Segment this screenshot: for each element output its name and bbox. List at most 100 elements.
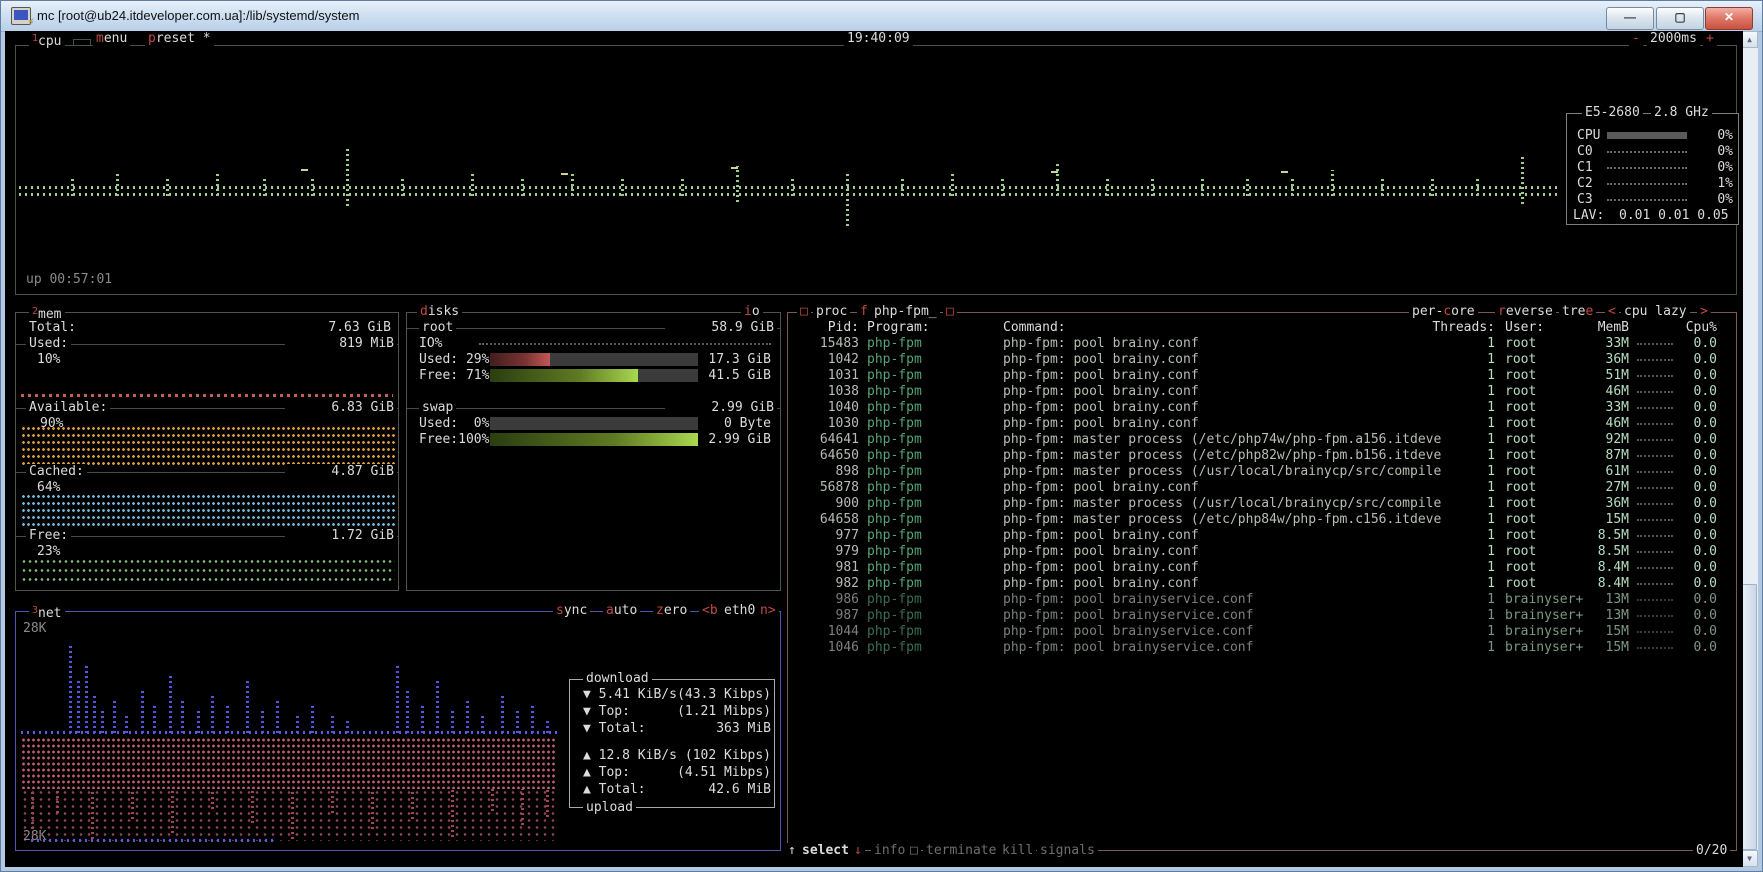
col-program[interactable]: Program:: [859, 320, 1003, 336]
interval-increase-button[interactable]: +: [1703, 31, 1717, 47]
minimize-button[interactable]: —: [1606, 7, 1654, 30]
proc-command: php-fpm: master process (/etc/php82w/php…: [1003, 448, 1425, 464]
iface-next-icon[interactable]: n>: [757, 603, 779, 619]
proc-row[interactable]: 986 php-fpm php-fpm: pool brainyservice.…: [797, 592, 1741, 608]
proc-mem: 15M: [1575, 624, 1629, 640]
cpu-freq: 2.8 GHz: [1651, 105, 1712, 121]
proc-row[interactable]: 981 php-fpm php-fpm: pool brainy.conf 1 …: [797, 560, 1741, 576]
net-auto-toggle[interactable]: auto: [603, 603, 640, 619]
reverse-toggle[interactable]: reverse: [1495, 304, 1556, 320]
proc-pid: 1031: [797, 368, 859, 384]
tab-disks[interactable]: disks: [417, 304, 462, 320]
proc-row[interactable]: 987 php-fpm php-fpm: pool brainyservice.…: [797, 608, 1741, 624]
scroll-down-icon[interactable]: ▼: [1741, 850, 1758, 867]
proc-threads: 1: [1425, 496, 1495, 512]
kill-action[interactable]: kill: [999, 843, 1036, 859]
maximize-button[interactable]: ▢: [1656, 7, 1704, 30]
interval-decrease-button[interactable]: -: [1629, 31, 1643, 47]
proc-program: php-fpm: [859, 640, 1003, 656]
proc-cpu-sparkline: [1637, 455, 1677, 457]
vertical-scrollbar[interactable]: ▲ ▼: [1741, 31, 1758, 867]
proc-threads: 1: [1425, 352, 1495, 368]
proc-row[interactable]: 1046 php-fpm php-fpm: pool brainyservice…: [797, 640, 1741, 656]
signals-action[interactable]: signals: [1037, 843, 1098, 859]
preset-button[interactable]: preset *: [145, 31, 214, 47]
proc-cpu: 0.0: [1677, 528, 1717, 544]
download-rate-row: ▼ 5.41 KiB/s(43.3 Kibps): [583, 687, 771, 703]
tab-proc[interactable]: proc: [813, 304, 850, 320]
proc-row[interactable]: 1030 php-fpm php-fpm: pool brainy.conf 1…: [797, 416, 1741, 432]
proc-user: root: [1495, 496, 1575, 512]
iface-prev-icon[interactable]: <b: [699, 603, 721, 619]
menu-button[interactable]: menu: [93, 31, 130, 47]
proc-row[interactable]: 1042 php-fpm php-fpm: pool brainy.conf 1…: [797, 352, 1741, 368]
proc-threads: 1: [1425, 624, 1495, 640]
proc-pid: 987: [797, 608, 859, 624]
proc-threads: 1: [1425, 592, 1495, 608]
border-bracket: [73, 39, 91, 46]
info-action[interactable]: info: [871, 843, 908, 859]
proc-program: php-fpm: [859, 368, 1003, 384]
proc-row[interactable]: 56878 php-fpm php-fpm: pool brainy.conf …: [797, 480, 1741, 496]
core-usage-bar: [1607, 132, 1687, 139]
core-usage-value: 1%: [1717, 176, 1733, 192]
proc-program: php-fpm: [859, 528, 1003, 544]
proc-filter-key[interactable]: f: [857, 304, 871, 320]
tab-io[interactable]: io: [741, 304, 763, 320]
select-down-icon[interactable]: ↓: [851, 843, 865, 859]
proc-row[interactable]: 64650 php-fpm php-fpm: master process (/…: [797, 448, 1741, 464]
proc-row[interactable]: 977 php-fpm php-fpm: pool brainy.conf 1 …: [797, 528, 1741, 544]
select-up-icon[interactable]: ↑: [785, 843, 799, 859]
col-mem[interactable]: MemB: [1575, 320, 1629, 336]
tab-cpu[interactable]: 1cpu: [29, 31, 65, 50]
tab-net[interactable]: 3net: [29, 603, 65, 622]
title-bar[interactable]: mc [root@ub24.itdeveloper.com.ua]:/lib/s…: [1, 1, 1762, 32]
sort-next-icon[interactable]: >: [1697, 304, 1711, 320]
proc-row[interactable]: 979 php-fpm php-fpm: pool brainy.conf 1 …: [797, 544, 1741, 560]
disk-swap-used-label: Used: 0%: [419, 416, 489, 432]
proc-command: php-fpm: pool brainy.conf: [1003, 544, 1425, 560]
proc-row[interactable]: 900 php-fpm php-fpm: master process (/us…: [797, 496, 1741, 512]
terminate-action[interactable]: terminate: [923, 843, 999, 859]
col-command[interactable]: Command:: [1003, 320, 1425, 336]
col-pid[interactable]: Pid:: [797, 320, 859, 336]
upload-arrow-icon: ▲: [583, 748, 591, 763]
col-cpu[interactable]: Cpu%: [1677, 320, 1717, 336]
net-zero-toggle[interactable]: zero: [653, 603, 690, 619]
proc-row[interactable]: 15483 php-fpm php-fpm: pool brainy.conf …: [797, 336, 1741, 352]
proc-threads: 1: [1425, 384, 1495, 400]
col-user[interactable]: User:: [1495, 320, 1575, 336]
proc-filter-input[interactable]: php-fpm_: [871, 304, 940, 320]
mc-app-icon: [11, 7, 31, 25]
sort-prev-icon[interactable]: <: [1605, 304, 1619, 320]
proc-cpu: 0.0: [1677, 464, 1717, 480]
close-button[interactable]: ✕: [1705, 7, 1753, 30]
proc-row[interactable]: 1044 php-fpm php-fpm: pool brainyservice…: [797, 624, 1741, 640]
per-core-toggle[interactable]: per-core: [1409, 304, 1478, 320]
proc-row[interactable]: 898 php-fpm php-fpm: master process (/us…: [797, 464, 1741, 480]
proc-cpu: 0.0: [1677, 400, 1717, 416]
scroll-up-icon[interactable]: ▲: [1741, 31, 1758, 48]
proc-cpu-sparkline: [1637, 375, 1677, 377]
proc-cpu-sparkline: [1637, 599, 1677, 601]
proc-cpu-sparkline: [1637, 615, 1677, 617]
mem-available-value: 6.83 GiB: [285, 400, 397, 416]
proc-row[interactable]: 1038 php-fpm php-fpm: pool brainy.conf 1…: [797, 384, 1741, 400]
col-threads[interactable]: Threads:: [1425, 320, 1495, 336]
proc-row[interactable]: 982 php-fpm php-fpm: pool brainy.conf 1 …: [797, 576, 1741, 592]
proc-row[interactable]: 1031 php-fpm php-fpm: pool brainy.conf 1…: [797, 368, 1741, 384]
tree-toggle[interactable]: tree: [1559, 304, 1596, 320]
proc-cpu-sparkline: [1637, 551, 1677, 553]
proc-row[interactable]: 64641 php-fpm php-fpm: master process (/…: [797, 432, 1741, 448]
proc-cpu-sparkline: [1637, 407, 1677, 409]
scrollbar-thumb[interactable]: [1742, 584, 1757, 850]
proc-row[interactable]: 64658 php-fpm php-fpm: master process (/…: [797, 512, 1741, 528]
proc-mem: 87M: [1575, 448, 1629, 464]
core-label: C0: [1577, 144, 1593, 160]
select-action[interactable]: select: [799, 843, 852, 859]
net-sync-toggle[interactable]: sync: [553, 603, 590, 619]
proc-user: root: [1495, 384, 1575, 400]
proc-pid: 1042: [797, 352, 859, 368]
proc-command: php-fpm: pool brainy.conf: [1003, 352, 1425, 368]
proc-row[interactable]: 1040 php-fpm php-fpm: pool brainy.conf 1…: [797, 400, 1741, 416]
